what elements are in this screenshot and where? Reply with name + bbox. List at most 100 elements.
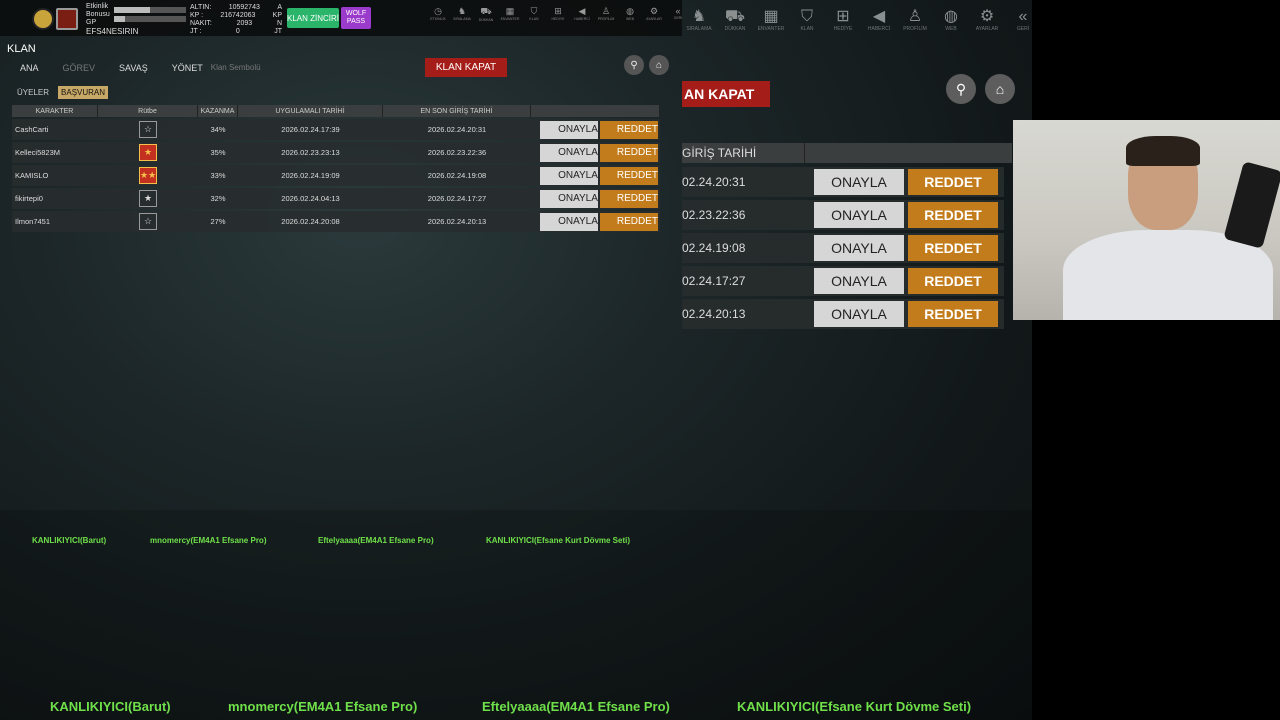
nav-shield[interactable]: ⛉ KLAN	[792, 8, 822, 32]
stat-unit: N	[276, 20, 282, 27]
nav-megaphone[interactable]: ◀ HABERCİ	[864, 8, 894, 32]
panel-title: KLAN	[7, 43, 36, 55]
nav-back[interactable]: «GERİ	[1008, 8, 1038, 32]
klan-zinciri-button[interactable]: KLAN ZİNCİRİ	[287, 8, 339, 28]
rank-cell: ☆	[98, 211, 198, 232]
nav-web[interactable]: ◍ WEB	[936, 8, 966, 32]
stat-value: 10592743	[228, 4, 260, 11]
nav-cart[interactable]: ⛟ DÜKKAN	[720, 8, 750, 32]
nav-shield[interactable]: ⛉ KLAN	[524, 6, 544, 22]
back-icon: «	[1018, 8, 1028, 25]
nav-label: HEDİYE	[551, 17, 565, 21]
zoom-reject-button[interactable]: REDDET	[908, 301, 998, 327]
applicant-row: Kelleci5823M ★ 35% 2026.02.23.23:13 2026.02.…	[12, 142, 660, 163]
reject-button[interactable]: REDDET	[600, 120, 658, 139]
nav-wolf[interactable]: ♞ SIRALAMA	[684, 8, 714, 32]
subtab-uyeler[interactable]: ÜYELER	[14, 86, 52, 99]
nav-profile[interactable]: ♙ PROFİLİM	[900, 8, 930, 32]
applicant-name[interactable]: KAMISLO	[12, 165, 98, 186]
applicant-name[interactable]: Kelleci5823M	[12, 142, 98, 163]
rank-cell: ★★	[98, 165, 198, 186]
zoom-reject-button[interactable]: REDDET	[908, 169, 998, 195]
zoom-approve-button[interactable]: ONAYLA	[814, 235, 904, 261]
zoom-reject-button[interactable]: REDDET	[908, 268, 998, 294]
nav-inventory[interactable]: ▦ ENVANTER	[756, 8, 786, 32]
rank-icon: ★	[139, 144, 157, 161]
zoom-search-icon[interactable]: ⚲	[946, 74, 976, 104]
reject-button[interactable]: REDDET	[600, 166, 658, 185]
nav-label: ENVANTER	[500, 17, 520, 21]
win-rate: 33%	[198, 165, 238, 186]
reject-button[interactable]: REDDET	[600, 143, 658, 162]
reject-button[interactable]: REDDET	[600, 189, 658, 208]
zoom-home-icon[interactable]: ⌂	[985, 74, 1015, 104]
klan-kapat-button[interactable]: KLAN KAPAT	[425, 58, 507, 77]
megaphone-icon: ◀	[578, 6, 586, 16]
nav-label: HABERCİ	[574, 17, 590, 21]
tab-savas[interactable]: SAVAŞ	[119, 63, 148, 73]
nav-label: SIRALAMA	[686, 26, 712, 32]
nav-megaphone[interactable]: ◀ HABERCİ	[572, 6, 592, 22]
last-login-date: 2026.02.24.20:13	[383, 211, 531, 232]
nav-label: PROFİLİM	[597, 17, 615, 21]
currency-stats: ALTIN: 10592743 A KP : 216742063 KP NAKIT: 2093…	[190, 4, 282, 36]
nav-clock[interactable]: ◷ ETKİNLİK	[428, 6, 448, 22]
zoom-klan-kapat-button[interactable]: AN KAPAT	[682, 81, 770, 107]
nav-cart[interactable]: ⛟ DÜKKAN	[476, 6, 496, 22]
approve-button[interactable]: ONAYLA	[539, 120, 598, 139]
wolf-pass-button[interactable]: WOLF PASS	[341, 7, 371, 29]
zoom-date: 02.24.17:27	[682, 274, 746, 288]
stat-unit: JT	[274, 28, 282, 35]
zoom-approve-button[interactable]: ONAYLA	[814, 301, 904, 327]
nav-wolf[interactable]: ♞ SIRALAMA	[452, 6, 472, 22]
zoom-approve-button[interactable]: ONAYLA	[814, 268, 904, 294]
zoom-reject-button[interactable]: REDDET	[908, 202, 998, 228]
wolf-icon: ♞	[457, 6, 467, 16]
nav-gift[interactable]: ⊞ HEDİYE	[548, 6, 568, 22]
tab-klan-sembolu[interactable]: Klan Sembolü	[211, 63, 261, 73]
col-karakter: KARAKTER	[12, 105, 98, 117]
nav-settings[interactable]: ⚙ AYARLAR	[644, 6, 664, 22]
home-icon[interactable]: ⌂	[649, 55, 669, 75]
member-subtabs: ÜYELER BAŞVURAN	[14, 86, 109, 99]
approve-button[interactable]: ONAYLA	[539, 143, 598, 162]
nav-web[interactable]: ◍ WEB	[620, 6, 640, 22]
tab-gorev[interactable]: GÖREV	[63, 63, 96, 73]
nav-inventory[interactable]: ▦ ENVANTER	[500, 6, 520, 22]
tab-yonet[interactable]: YÖNET	[172, 63, 203, 73]
search-icon[interactable]: ⚲	[624, 55, 644, 75]
last-login-date: 2026.02.24.20:31	[383, 119, 531, 140]
rank-icon: ★★	[139, 167, 157, 184]
black-side-area	[1032, 0, 1280, 720]
nav-settings[interactable]: ⚙ AYARLAR	[972, 8, 1002, 32]
webcam-overlay	[1013, 120, 1280, 320]
applicant-row: CashCarti ☆ 34% 2026.02.24.17:39 2026.02.24.…	[12, 119, 660, 140]
approve-button[interactable]: ONAYLA	[539, 166, 598, 185]
approve-button[interactable]: ONAYLA	[539, 189, 598, 208]
applicant-name[interactable]: CashCarti	[12, 119, 98, 140]
last-login-date: 2026.02.24.19:08	[383, 165, 531, 186]
reject-button[interactable]: REDDET	[600, 212, 658, 231]
applicant-row: Ilmon7451 ☆ 27% 2026.02.24.20:08 2026.02.24.…	[12, 211, 660, 232]
player-name: EFS4NESIRIN	[86, 27, 139, 36]
last-login-date: 2026.02.24.17:27	[383, 188, 531, 209]
col-kazanma: KAZANMA	[198, 105, 238, 117]
subtab-basvuran[interactable]: BAŞVURAN	[58, 86, 109, 99]
applicant-name[interactable]: fikirtepi0	[12, 188, 98, 209]
zoom-approve-button[interactable]: ONAYLA	[814, 169, 904, 195]
rank-icon: ★	[139, 190, 157, 207]
nav-gift[interactable]: ⊞ HEDİYE	[828, 8, 858, 32]
zoom-row: 02.24.19:08 ONAYLA REDDET	[682, 233, 1004, 263]
cart-icon: ⛟	[724, 8, 746, 25]
applied-date: 2026.02.24.19:09	[238, 165, 383, 186]
zoom-reject-button[interactable]: REDDET	[908, 235, 998, 261]
stat-value: 216742063	[220, 12, 256, 19]
ticker-item: Eftelyaaaa(EM4A1 Efsane Pro)	[482, 699, 670, 714]
actions-cell: ONAYLA REDDET	[531, 119, 660, 140]
tab-ana[interactable]: ANA	[20, 63, 39, 73]
nav-profile[interactable]: ♙ PROFİLİM	[596, 6, 616, 22]
nav-label: HEDİYE	[833, 26, 853, 32]
approve-button[interactable]: ONAYLA	[539, 212, 598, 231]
applicant-name[interactable]: Ilmon7451	[12, 211, 98, 232]
zoom-approve-button[interactable]: ONAYLA	[814, 202, 904, 228]
